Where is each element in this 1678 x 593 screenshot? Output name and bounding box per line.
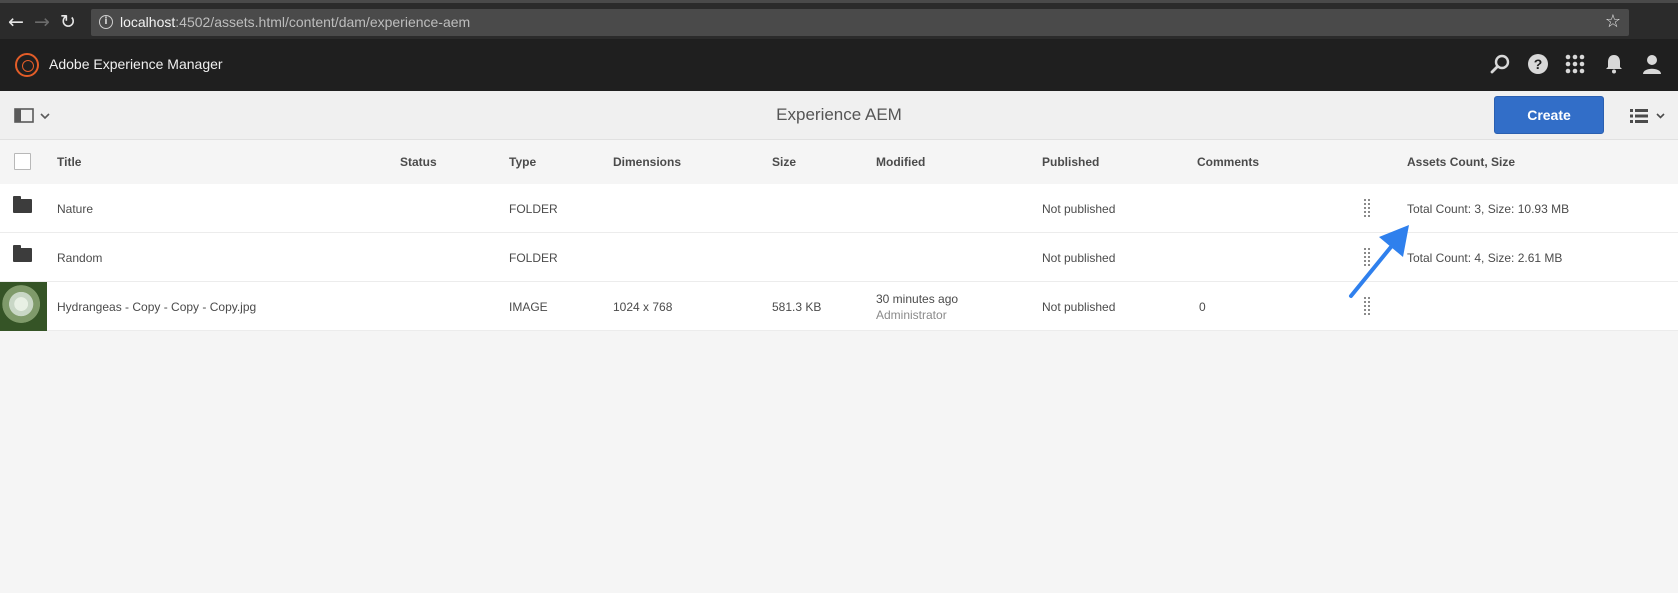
- column-status[interactable]: Status: [400, 155, 437, 169]
- row-modified: 30 minutes ago: [876, 292, 959, 306]
- action-bar: Experience AEM Create: [0, 91, 1678, 140]
- folder-icon: [13, 196, 32, 213]
- bell-icon[interactable]: [1603, 53, 1625, 75]
- row-comments: 0: [1199, 300, 1206, 314]
- column-comments[interactable]: Comments: [1197, 155, 1259, 169]
- row-title[interactable]: Nature: [57, 202, 93, 216]
- url-path: :4502/assets.html/content/dam/experience…: [175, 14, 471, 30]
- table-header: Title Status Type Dimensions Size Modifi…: [0, 140, 1678, 184]
- row-title[interactable]: Hydrangeas - Copy - Copy - Copy.jpg: [57, 300, 256, 314]
- browser-toolbar: ← → ↻ i localhost:4502/assets.html/conte…: [0, 0, 1678, 39]
- address-bar[interactable]: i localhost:4502/assets.html/content/dam…: [91, 9, 1629, 36]
- help-icon[interactable]: ?: [1527, 53, 1549, 75]
- url-host: localhost: [120, 14, 176, 30]
- annotation-arrow: [1349, 225, 1409, 298]
- image-thumbnail[interactable]: [0, 282, 47, 331]
- row-assets-count: Total Count: 3, Size: 10.93 MB: [1407, 202, 1570, 216]
- info-icon[interactable]: i: [99, 15, 113, 29]
- folder-icon: [13, 245, 32, 262]
- svg-text:?: ?: [1534, 56, 1543, 72]
- row-published: Not published: [1042, 300, 1116, 314]
- user-icon[interactable]: [1641, 53, 1663, 75]
- table-row[interactable]: Hydrangeas - Copy - Copy - Copy.jpg IMAG…: [0, 282, 1678, 331]
- url-text[interactable]: localhost:4502/assets.html/content/dam/e…: [120, 14, 470, 30]
- row-type: FOLDER: [509, 202, 558, 216]
- column-assets-count[interactable]: Assets Count, Size: [1407, 155, 1515, 169]
- app-title[interactable]: Adobe Experience Manager: [49, 56, 223, 72]
- back-icon[interactable]: ←: [6, 12, 26, 32]
- row-type: IMAGE: [509, 300, 548, 314]
- create-button[interactable]: Create: [1494, 96, 1604, 134]
- select-all-checkbox[interactable]: [14, 153, 31, 170]
- row-modified-by: Administrator: [876, 308, 947, 322]
- assets-table: Title Status Type Dimensions Size Modifi…: [0, 140, 1678, 331]
- drag-handle-icon[interactable]: [1364, 199, 1372, 217]
- row-title[interactable]: Random: [57, 251, 102, 265]
- forward-icon[interactable]: →: [32, 12, 52, 32]
- row-size: 581.3 KB: [772, 300, 822, 314]
- page-title: Experience AEM: [776, 105, 902, 124]
- column-title[interactable]: Title: [57, 155, 81, 169]
- column-type[interactable]: Type: [509, 155, 536, 169]
- search-icon[interactable]: [1489, 53, 1511, 75]
- app-header: Adobe Experience Manager ?: [0, 39, 1678, 91]
- table-row[interactable]: Nature FOLDER Not published Total Count:…: [0, 184, 1678, 233]
- table-row[interactable]: Random FOLDER Not published Total Count:…: [0, 233, 1678, 282]
- row-type: FOLDER: [509, 251, 558, 265]
- row-published: Not published: [1042, 251, 1116, 265]
- column-dimensions[interactable]: Dimensions: [613, 155, 681, 169]
- column-modified[interactable]: Modified: [876, 155, 925, 169]
- column-published[interactable]: Published: [1042, 155, 1099, 169]
- reload-icon[interactable]: ↻: [58, 12, 78, 32]
- row-dimensions: 1024 x 768: [613, 300, 673, 314]
- column-size[interactable]: Size: [772, 155, 796, 169]
- star-icon[interactable]: ☆: [1605, 11, 1621, 32]
- list-view-icon[interactable]: [1628, 106, 1668, 126]
- aem-logo-icon[interactable]: [15, 53, 39, 77]
- row-published: Not published: [1042, 202, 1116, 216]
- row-assets-count: Total Count: 4, Size: 2.61 MB: [1407, 251, 1563, 265]
- apps-icon[interactable]: [1564, 53, 1586, 75]
